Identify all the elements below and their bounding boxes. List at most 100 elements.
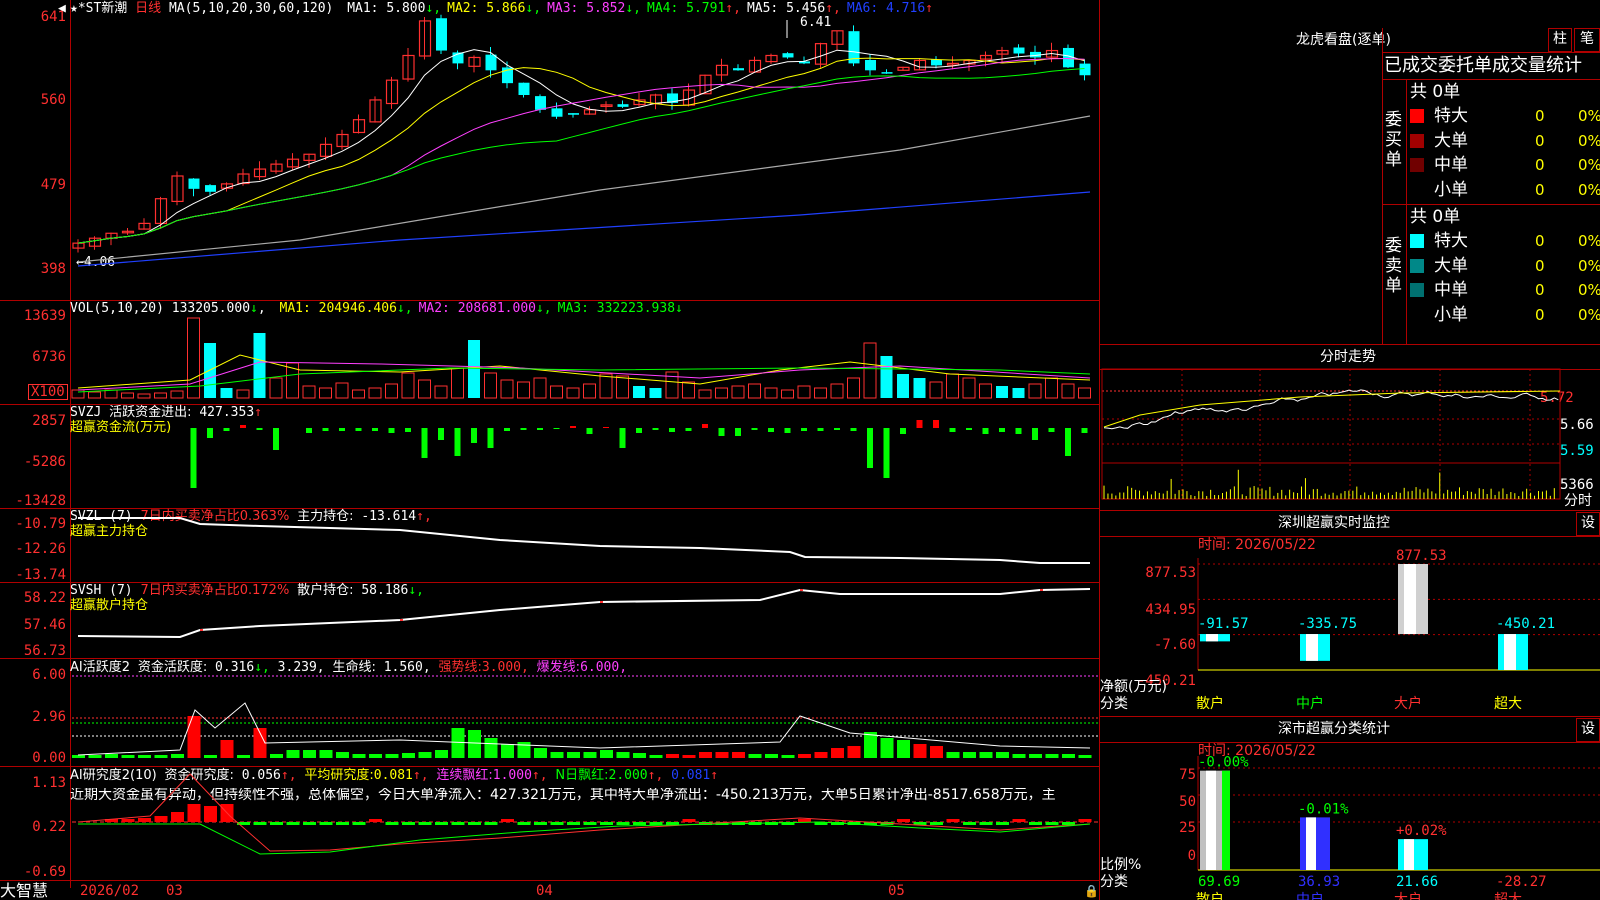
fund-flow-bar	[702, 424, 708, 428]
ma-line	[77, 68, 1085, 244]
volume-bar	[1061, 383, 1075, 399]
fund-flow-bar	[999, 428, 1005, 432]
activity-bar	[171, 754, 184, 758]
x-label-feb: 2026/02	[80, 883, 140, 899]
order-row: 特大 0 0%	[1410, 105, 1600, 127]
fund-flow-bar	[388, 428, 395, 433]
candle-down	[568, 113, 579, 115]
volume-bar	[880, 356, 893, 398]
tick-view-button[interactable]: 笔	[1574, 28, 1600, 52]
volume-bar	[170, 390, 184, 399]
volume-bar	[401, 372, 415, 399]
activity-bar	[765, 754, 778, 758]
svsh-chart[interactable]	[0, 582, 1100, 658]
fund-flow-bar	[735, 428, 741, 436]
order-color-swatch	[1410, 158, 1424, 172]
lock-icon[interactable]: 🔒	[1084, 884, 1099, 898]
activity-bar	[880, 738, 894, 758]
fund-flow-bar	[652, 428, 659, 430]
x-label-mar: 03	[166, 883, 183, 899]
volume-bar	[1028, 383, 1042, 399]
volume-bar	[121, 392, 134, 399]
sz-mon-bar-highlight	[1306, 634, 1318, 661]
sz-mon-value-label: -91.57	[1198, 616, 1249, 632]
volume-bar	[929, 381, 943, 399]
intraday-chart[interactable]	[1100, 368, 1600, 509]
research-bar	[633, 822, 646, 825]
candle-down	[551, 108, 563, 117]
volume-bar	[979, 383, 992, 399]
volume-bar	[550, 385, 563, 399]
activity-bar	[121, 755, 135, 758]
activity-bar	[996, 752, 1009, 758]
ai-research-chart[interactable]	[0, 766, 1100, 880]
retail-marker	[600, 601, 603, 603]
activity-bar	[1045, 754, 1059, 758]
volume-bar	[781, 389, 794, 399]
activity-bar	[682, 755, 696, 758]
retail-position-line	[77, 588, 1091, 639]
volume-bar	[1045, 377, 1058, 399]
sz-stats-chart[interactable]: -0.00% 69.69散户 -0.01% 36.93中户 +0.02% 21.66大户 -…	[1100, 742, 1600, 900]
fund-flow-bar	[784, 428, 791, 433]
sz-stat-value-label: 69.69	[1198, 874, 1240, 890]
sz-stat-change-label: +0.02%	[1396, 823, 1447, 839]
activity-bar	[468, 730, 481, 758]
fund-flow-bar	[553, 428, 560, 429]
x-label-may: 05	[888, 883, 905, 899]
research-bar	[1012, 819, 1026, 822]
volume-bar	[897, 374, 909, 398]
sz-monitor-chart[interactable]: -91.57 散户 -335.75 中户 877.53 大户 -450.21 超大	[1100, 536, 1600, 716]
volume-bar	[368, 387, 382, 399]
fund-flow-bar	[949, 428, 956, 432]
volume-bar	[484, 372, 497, 399]
research-bar	[352, 822, 366, 825]
activity-bar	[1078, 755, 1092, 758]
fund-flow-bar	[883, 428, 890, 478]
volume-bar	[500, 379, 514, 399]
fund-flow-bar	[636, 428, 642, 433]
fund-flow-bar	[487, 428, 494, 448]
order-count: 0	[1535, 281, 1545, 299]
activity-bar	[237, 755, 250, 758]
research-bar	[567, 822, 580, 825]
fund-flow-bar	[586, 428, 593, 434]
activity-bar	[930, 746, 943, 758]
volume-bar	[764, 387, 778, 399]
activity-bar	[847, 746, 861, 758]
activity-bar	[402, 753, 415, 758]
buy-total: 共 0单	[1410, 82, 1461, 102]
volume-chart[interactable]	[0, 300, 1100, 404]
order-count: 0	[1535, 232, 1545, 250]
research-bar	[435, 822, 448, 825]
order-type: 小单	[1434, 179, 1468, 200]
sz-monitor-settings-button[interactable]: 设	[1576, 512, 1600, 536]
activity-bar	[534, 748, 547, 758]
fund-flow-bar	[718, 428, 725, 436]
activity-bar	[567, 752, 580, 758]
activity-bar	[864, 732, 877, 758]
intraday-title: 分时走势	[1320, 349, 1376, 365]
activity-bar	[270, 754, 283, 758]
order-row: 特大 0 0%	[1410, 230, 1600, 252]
volume-bar	[269, 377, 283, 399]
svzj-chart[interactable]	[0, 404, 1100, 508]
candle-down	[188, 178, 200, 189]
volume-bar	[352, 389, 365, 399]
ai-active-chart[interactable]	[0, 658, 1100, 766]
order-color-swatch	[1410, 183, 1424, 197]
research-bar	[468, 822, 481, 825]
kline-chart[interactable]	[0, 0, 1100, 300]
sz-stats-settings-button[interactable]: 设	[1576, 718, 1600, 742]
bar-view-button[interactable]: 柱	[1548, 28, 1572, 52]
activity-bar	[138, 755, 151, 758]
research-bar	[897, 819, 910, 822]
research-bar	[171, 812, 184, 822]
research-bar	[979, 822, 993, 825]
order-count: 0	[1535, 256, 1545, 275]
svzl-chart[interactable]	[0, 508, 1100, 582]
fund-flow-bar	[223, 428, 230, 431]
activity-bar	[204, 755, 217, 758]
fund-flow-bar	[537, 428, 543, 430]
volume-bar	[1012, 388, 1025, 398]
